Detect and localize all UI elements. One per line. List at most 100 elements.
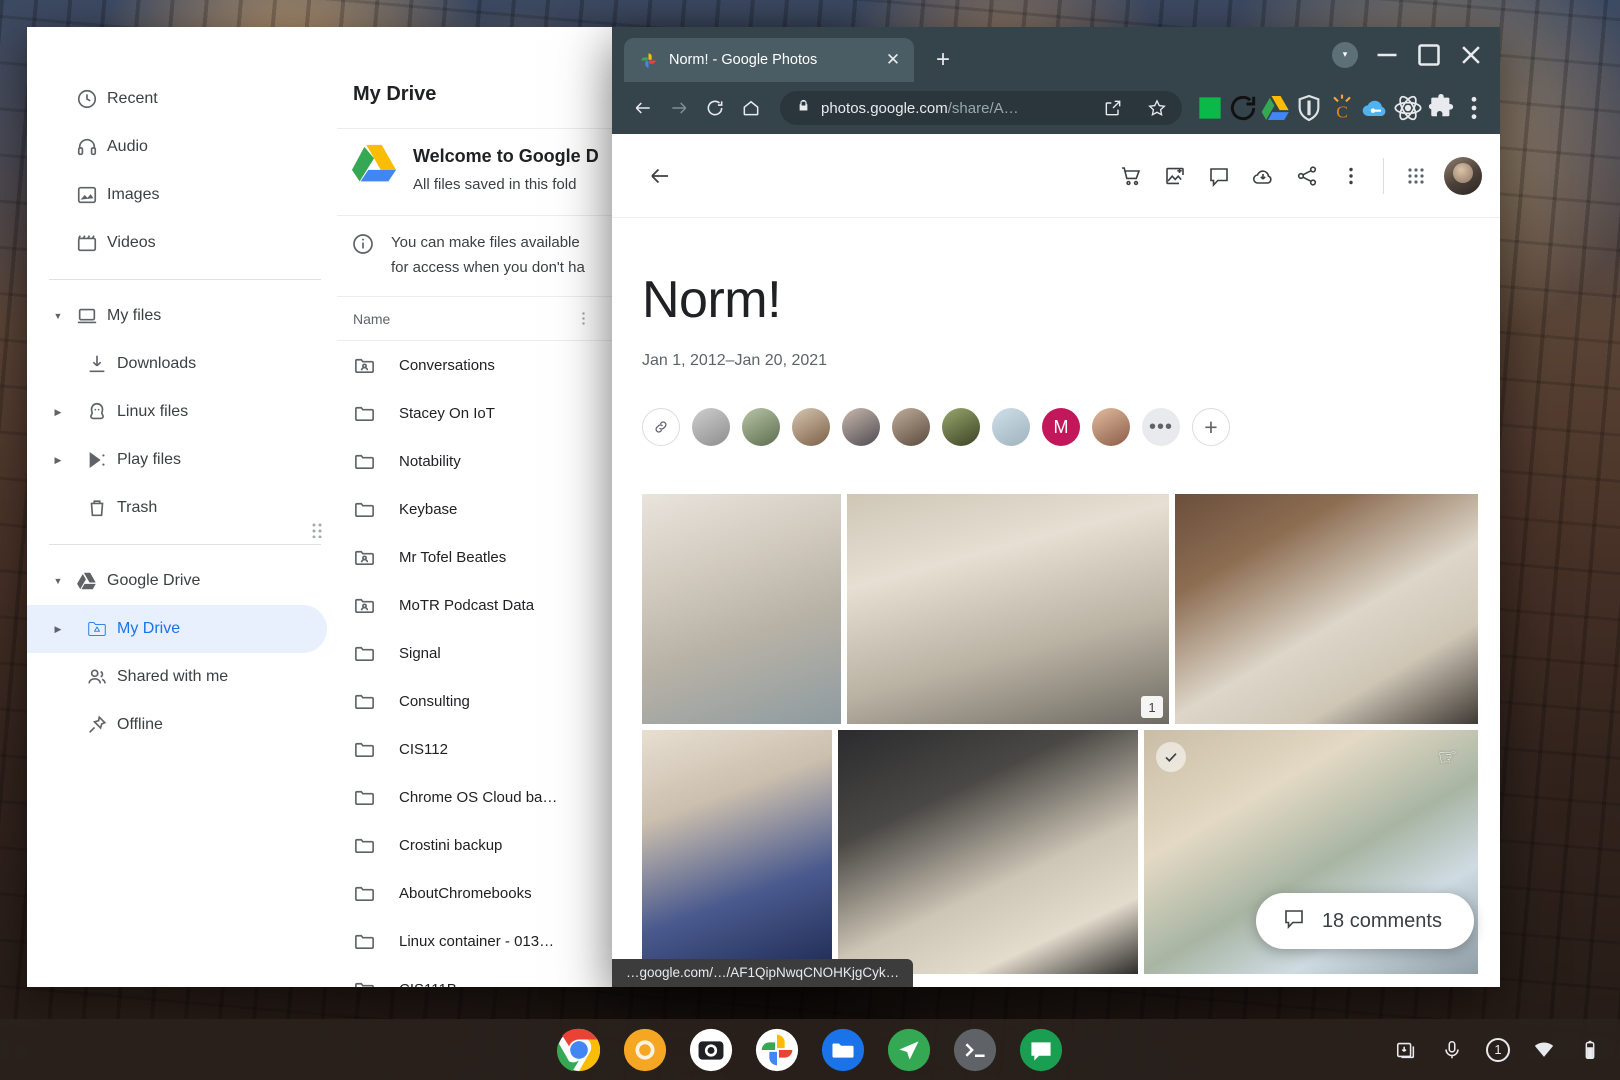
avatar[interactable]: [842, 408, 880, 446]
extensions-tray: C: [1194, 92, 1490, 124]
maximize-button[interactable]: [1410, 36, 1448, 74]
avatar[interactable]: [1092, 408, 1130, 446]
apps-grid-icon[interactable]: [1394, 154, 1438, 198]
comment-icon[interactable]: [1197, 154, 1241, 198]
battery-tray-icon[interactable]: [1572, 1032, 1608, 1068]
orange-circle-app-icon[interactable]: [622, 1027, 668, 1073]
folder-icon: [353, 834, 399, 857]
close-icon[interactable]: ✕: [880, 47, 906, 73]
reload-icon[interactable]: [698, 91, 732, 125]
photo-2-dog-sleeping-on-cushion[interactable]: 1: [847, 494, 1169, 724]
shared-folder-icon: [353, 354, 399, 377]
sidebar-item-my-files[interactable]: ▼ My files: [27, 292, 327, 340]
google-photos-app-icon[interactable]: [754, 1027, 800, 1073]
close-button[interactable]: [1452, 36, 1490, 74]
avatar[interactable]: [742, 408, 780, 446]
wifi-tray-icon[interactable]: [1526, 1032, 1562, 1068]
downloads-tray-icon[interactable]: [1388, 1032, 1424, 1068]
new-tab-button[interactable]: +: [926, 43, 960, 77]
terminal-app-icon[interactable]: [952, 1027, 998, 1073]
sidebar-label: Videos: [107, 234, 156, 251]
add-member-button[interactable]: +: [1192, 408, 1230, 446]
sidebar-item-linux-files[interactable]: ▶ Linux files: [27, 388, 327, 436]
sidebar-item-recent[interactable]: Recent: [27, 75, 327, 123]
sidebar-item-trash[interactable]: Trash: [27, 484, 327, 532]
tab-norm-google-photos[interactable]: Norm! - Google Photos ✕: [624, 38, 914, 82]
microphone-tray-icon[interactable]: [1434, 1032, 1470, 1068]
google-drive-extension-icon[interactable]: [1260, 92, 1292, 124]
sidebar-item-offline[interactable]: Offline: [27, 701, 327, 749]
back-arrow-icon[interactable]: [638, 154, 682, 198]
chrome-menu-icon[interactable]: [1458, 92, 1490, 124]
back-arrow-icon[interactable]: [626, 91, 660, 125]
sidebar-divider-2: [49, 544, 321, 545]
photo-5-dog-on-dark-blanket[interactable]: [838, 730, 1138, 974]
sidebar-resize-handle[interactable]: [311, 522, 323, 538]
tab-title: Norm! - Google Photos: [669, 52, 818, 68]
link-icon[interactable]: [642, 408, 680, 446]
sidebar-item-shared-with-me[interactable]: Shared with me: [27, 653, 327, 701]
green-square-icon[interactable]: [1194, 92, 1226, 124]
sidebar-label: Downloads: [117, 355, 197, 372]
home-icon[interactable]: [734, 91, 768, 125]
avatar[interactable]: [942, 408, 980, 446]
avatar[interactable]: [692, 408, 730, 446]
photo-1-white-dog-on-couch[interactable]: [642, 494, 841, 724]
react-atom-icon[interactable]: [1392, 92, 1424, 124]
files-app-icon[interactable]: [820, 1027, 866, 1073]
sidebar-item-downloads[interactable]: Downloads: [27, 340, 327, 388]
navigation-app-icon[interactable]: [886, 1027, 932, 1073]
sidebar-item-google-drive[interactable]: ▼ Google Drive: [27, 557, 327, 605]
refresh-extension-icon[interactable]: [1227, 92, 1259, 124]
more-members-button[interactable]: •••: [1142, 408, 1180, 446]
column-resize-grip[interactable]: [581, 311, 586, 327]
shopping-cart-icon[interactable]: [1109, 154, 1153, 198]
star-icon[interactable]: [1140, 91, 1174, 125]
profile-chip-icon[interactable]: ▾: [1326, 36, 1364, 74]
chevron-down-icon: ▾: [1332, 41, 1358, 68]
more-vert-icon[interactable]: [1329, 154, 1373, 198]
avatar[interactable]: [992, 408, 1030, 446]
orange-c-icon[interactable]: C: [1326, 92, 1358, 124]
avatar[interactable]: [892, 408, 930, 446]
comments-button[interactable]: 18 comments: [1255, 893, 1474, 949]
open-in-new-icon[interactable]: [1096, 91, 1130, 125]
avatar[interactable]: M: [1042, 408, 1080, 446]
minimize-button[interactable]: [1368, 36, 1406, 74]
album-date-range: Jan 1, 2012–Jan 20, 2021: [642, 352, 828, 369]
omnibox-toolbar: photos.google.com/share/A… C: [612, 82, 1500, 134]
shared-folder-icon: [353, 546, 399, 569]
image-icon: [67, 184, 107, 206]
sidebar-label: Google Drive: [107, 572, 201, 589]
check-circle-icon[interactable]: [1156, 742, 1186, 772]
share-icon[interactable]: [1285, 154, 1329, 198]
puzzle-piece-icon[interactable]: [1425, 92, 1457, 124]
chevron-right-icon[interactable]: ▶: [49, 455, 67, 466]
sidebar-item-play-files[interactable]: ▶ Play files: [27, 436, 327, 484]
chrome-icon[interactable]: [556, 1027, 602, 1073]
bitwarden-shield-icon[interactable]: [1293, 92, 1325, 124]
messages-app-icon[interactable]: [1018, 1027, 1064, 1073]
photo-4-puppy-on-blue-blanket[interactable]: [642, 730, 832, 974]
laptop-icon: [67, 305, 107, 327]
camera-app-icon[interactable]: [688, 1027, 734, 1073]
sidebar-item-my-drive[interactable]: ▶ My Drive: [27, 605, 327, 653]
cloud-key-icon[interactable]: [1359, 92, 1391, 124]
sidebar-label: Recent: [107, 90, 158, 107]
folder-icon: [353, 786, 399, 809]
account-avatar[interactable]: [1444, 156, 1482, 195]
chevron-right-icon[interactable]: ▶: [49, 624, 67, 635]
notification-count-badge[interactable]: 1: [1480, 1032, 1516, 1068]
sidebar-item-audio[interactable]: Audio: [27, 123, 327, 171]
sidebar-item-videos[interactable]: Videos: [27, 219, 327, 267]
sidebar-item-images[interactable]: Images: [27, 171, 327, 219]
forward-arrow-icon[interactable]: [662, 91, 696, 125]
address-bar[interactable]: photos.google.com/share/A…: [780, 91, 1182, 125]
cloud-download-icon[interactable]: [1241, 154, 1285, 198]
photo-3-dog-on-leather-chair[interactable]: [1175, 494, 1478, 724]
add-photos-icon[interactable]: [1153, 154, 1197, 198]
chevron-down-icon[interactable]: ▼: [49, 576, 67, 586]
avatar[interactable]: [792, 408, 830, 446]
chevron-right-icon[interactable]: ▶: [49, 407, 67, 418]
chevron-down-icon[interactable]: ▼: [49, 311, 67, 321]
